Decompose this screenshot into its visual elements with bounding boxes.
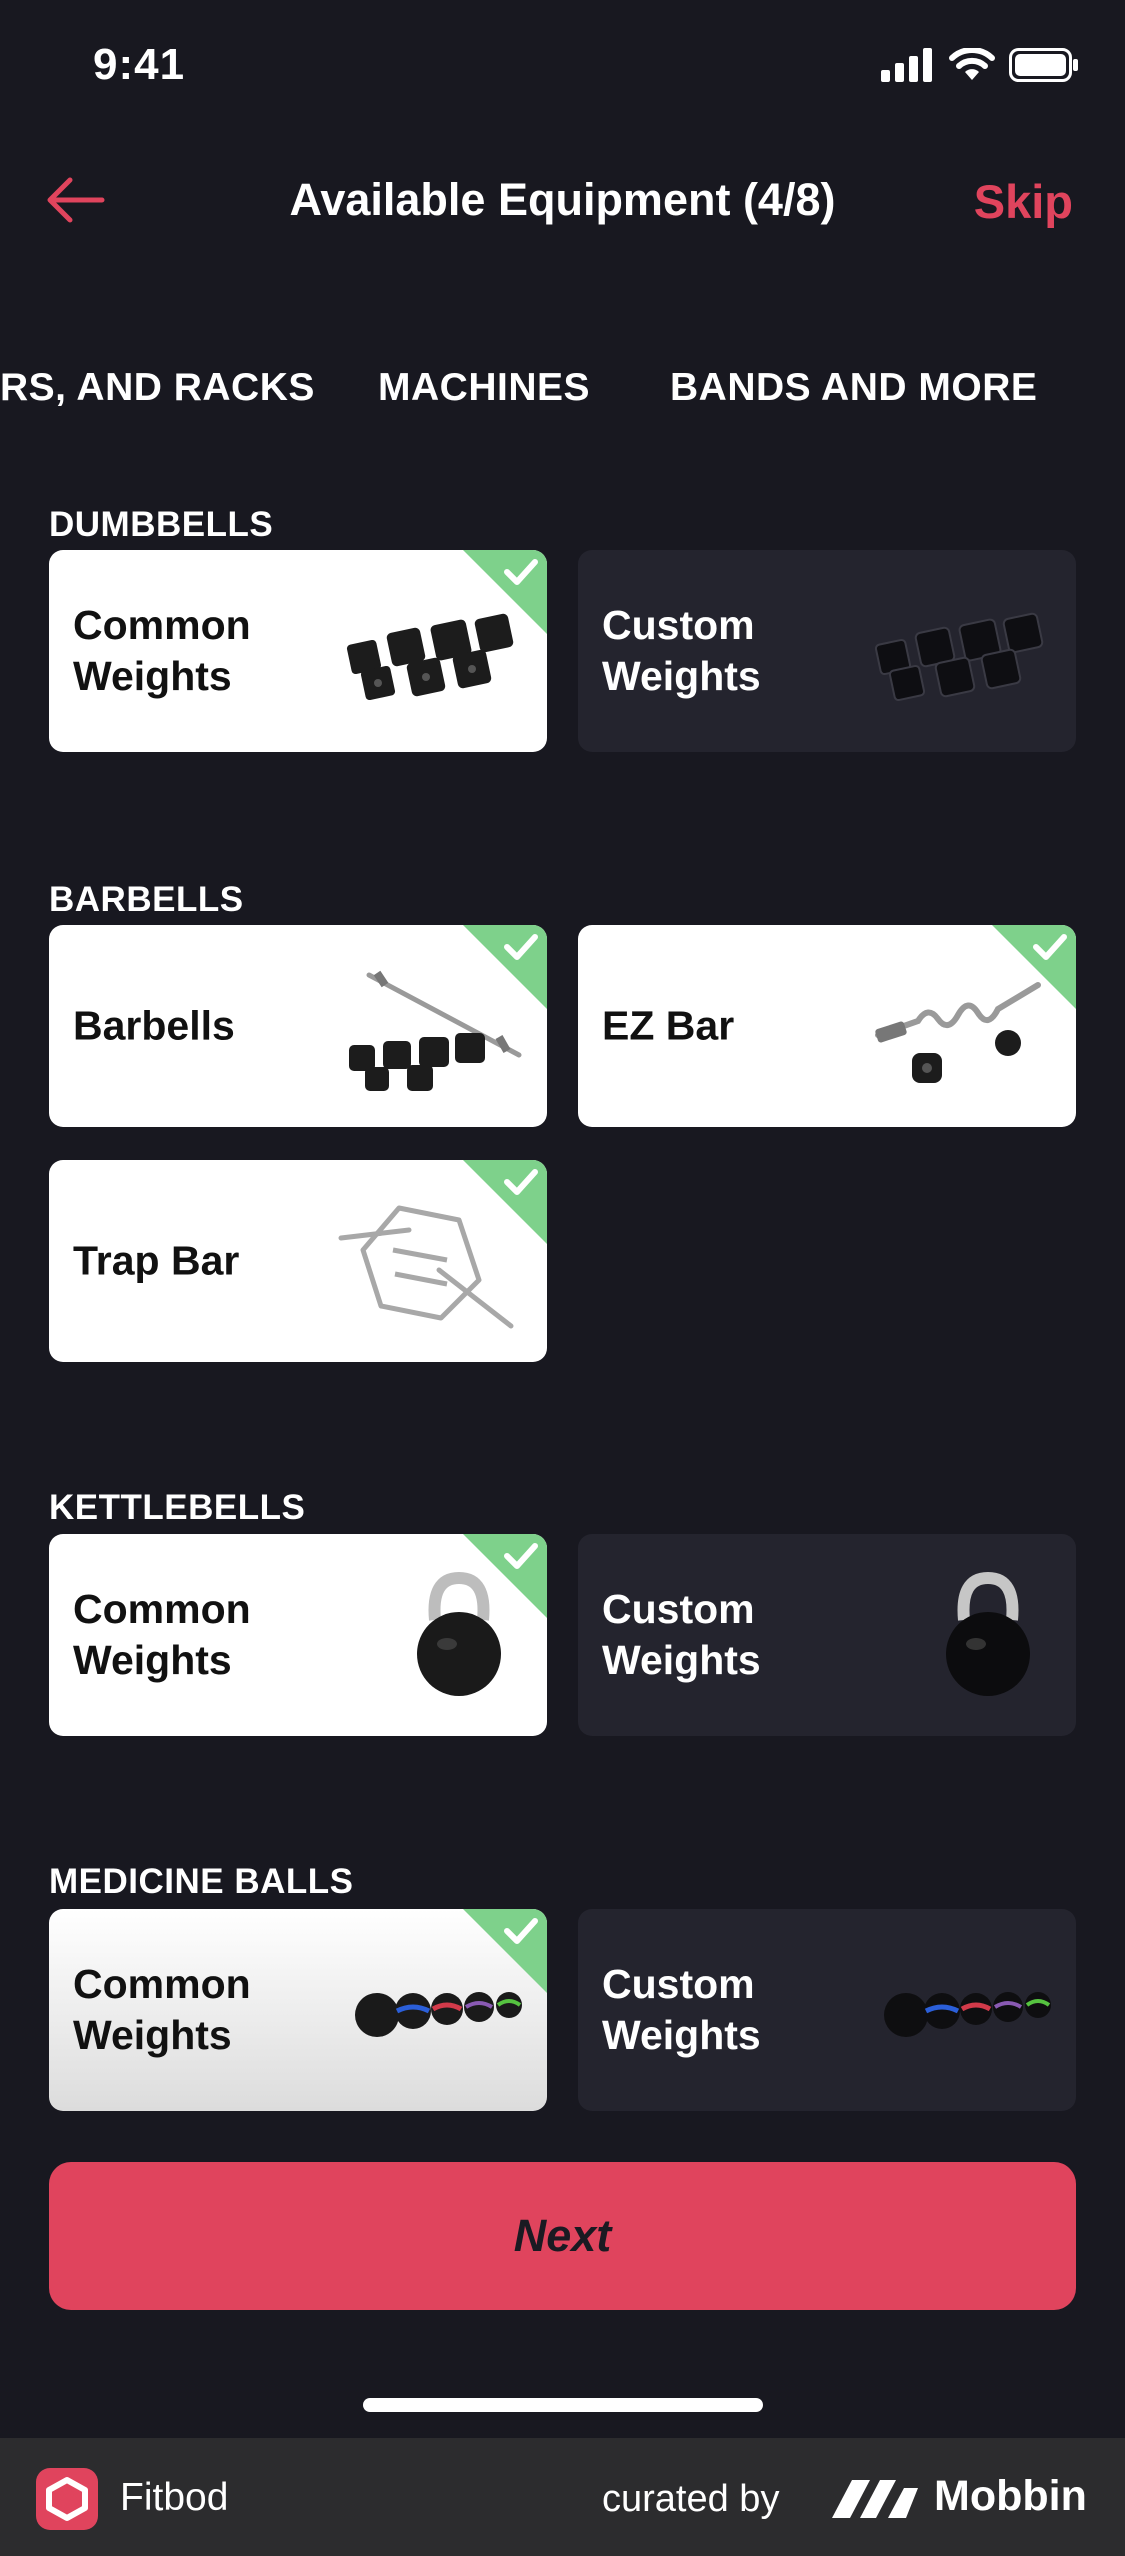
battery-icon: [1009, 48, 1078, 82]
fitbod-logo-icon: [36, 2468, 98, 2530]
tab-bands-and-more[interactable]: BANDS AND MORE: [670, 366, 1037, 410]
dumbbells-icon: [874, 612, 1044, 702]
mobbin-logo-icon: [832, 2480, 918, 2518]
mobbin-brand: Mobbin: [934, 2472, 1087, 2520]
next-button-label: Next: [513, 2210, 612, 2261]
checkmark-badge-icon: [463, 550, 547, 634]
next-button[interactable]: Next: [49, 2162, 1076, 2310]
page-title: Available Equipment (4/8): [289, 174, 836, 225]
checkmark-badge-icon: [992, 925, 1076, 1009]
section-title-barbells: BARBELLS: [49, 880, 244, 919]
category-tabs: RS, AND RACKS MACHINES BANDS AND MORE: [0, 358, 1125, 428]
card-label: Common Weights: [73, 1961, 251, 2058]
card-ez-bar[interactable]: EZ Bar: [578, 925, 1076, 1127]
status-time: 9:41: [93, 40, 186, 89]
home-indicator: [363, 2398, 763, 2412]
medicine-balls-icon: [884, 1992, 1051, 2037]
checkmark-badge-icon: [463, 925, 547, 1009]
section-title-medicine-balls: MEDICINE BALLS: [49, 1862, 354, 1901]
card-label: Common Weights: [73, 1586, 251, 1683]
card-kettlebells-custom-weights[interactable]: Custom Weights: [578, 1534, 1076, 1736]
card-label: Common Weights: [73, 602, 251, 699]
status-bar: 9:41: [0, 0, 1125, 140]
card-kettlebells-common-weights[interactable]: Common Weights: [49, 1534, 547, 1736]
cellular-signal-icon: [881, 48, 932, 82]
card-label: Custom Weights: [602, 1586, 761, 1683]
card-trap-bar[interactable]: Trap Bar: [49, 1160, 547, 1362]
section-title-dumbbells: DUMBBELLS: [49, 505, 274, 544]
card-label: Trap Bar: [73, 1237, 240, 1284]
card-label: Barbells: [73, 1002, 235, 1049]
checkmark-badge-icon: [463, 1909, 547, 1993]
card-barbells[interactable]: Barbells: [49, 925, 547, 1127]
card-label: Custom Weights: [602, 602, 761, 699]
card-label: EZ Bar: [602, 1002, 735, 1049]
nav-bar: Available Equipment (4/8) Skip: [0, 150, 1125, 250]
checkmark-badge-icon: [463, 1160, 547, 1244]
footer: Fitbod curated by Mobbin: [0, 2438, 1125, 2556]
checkmark-badge-icon: [463, 1534, 547, 1618]
section-title-kettlebells: KETTLEBELLS: [49, 1488, 306, 1527]
tab-machines[interactable]: MACHINES: [378, 366, 590, 410]
status-icons: [881, 48, 1079, 82]
wifi-icon: [949, 48, 995, 80]
kettlebell-icon: [946, 1571, 1030, 1696]
curated-by-label: curated by: [602, 2478, 780, 2520]
tab-bars-and-racks[interactable]: RS, AND RACKS: [0, 366, 315, 410]
card-label: Custom Weights: [602, 1961, 761, 2058]
app-name: Fitbod: [120, 2476, 229, 2519]
card-medicine-balls-common-weights[interactable]: Common Weights: [49, 1909, 547, 2111]
card-dumbbells-custom-weights[interactable]: Custom Weights: [578, 550, 1076, 752]
skip-button[interactable]: Skip: [974, 174, 1073, 229]
card-dumbbells-common-weights[interactable]: Common Weights: [49, 550, 547, 752]
card-medicine-balls-custom-weights[interactable]: Custom Weights: [578, 1909, 1076, 2111]
